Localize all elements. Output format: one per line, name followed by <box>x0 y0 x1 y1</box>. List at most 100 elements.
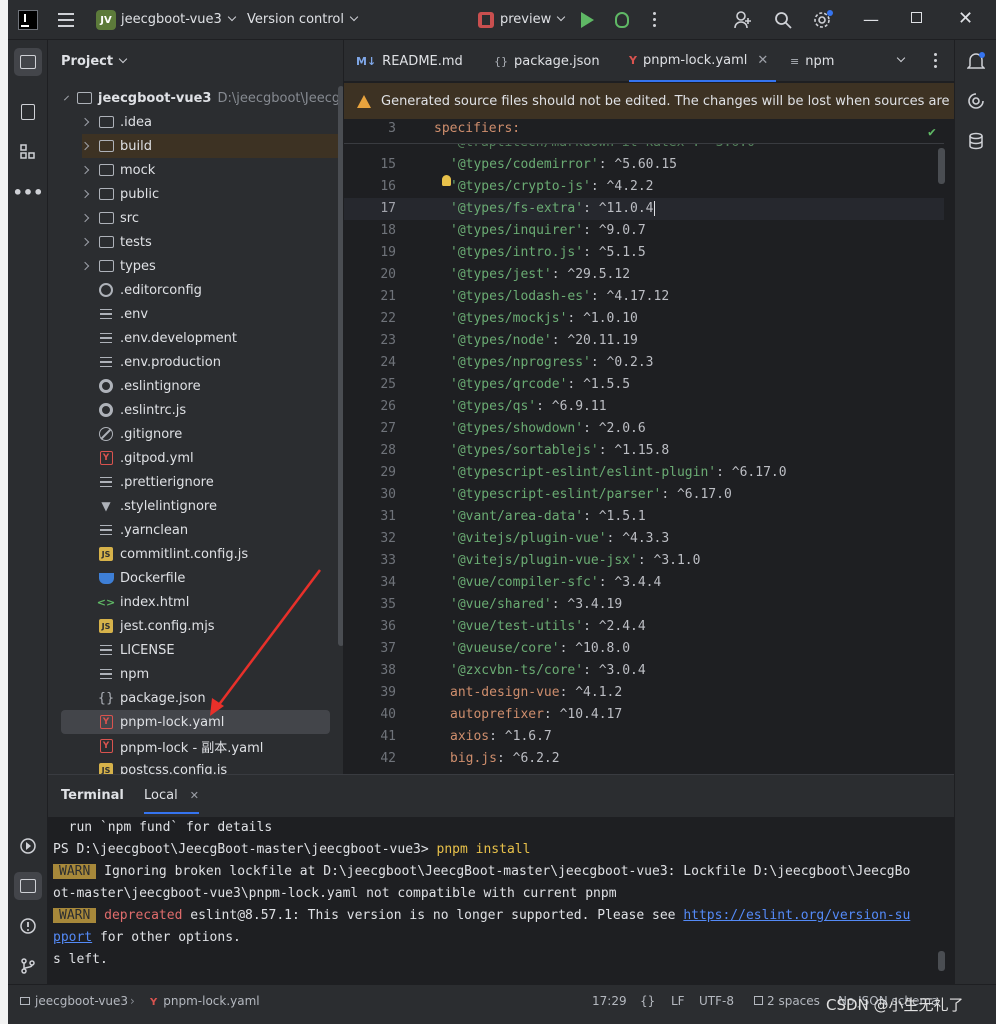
structure-tool-button[interactable] <box>14 138 42 166</box>
tree-item[interactable]: types <box>80 254 362 278</box>
tree-item[interactable]: .yarnclean <box>82 518 362 542</box>
yaml-icon: Y <box>98 714 114 730</box>
breadcrumb-chevron-icon: › <box>130 994 135 1008</box>
tab-pnpm-lock[interactable]: Ypnpm-lock.yaml ✕ <box>629 40 777 82</box>
notifications-icon[interactable] <box>967 52 985 72</box>
tabs-dropdown[interactable] <box>896 40 906 82</box>
tree-item[interactable]: mock <box>80 158 362 182</box>
tree-item[interactable]: {} package.json <box>82 686 362 710</box>
close-terminal-tab-icon[interactable]: ✕ <box>190 789 199 802</box>
tree-item[interactable]: .eslintrc.js <box>82 398 362 422</box>
project-switcher[interactable]: jeecgboot-vue3 <box>121 12 237 27</box>
folder-icon <box>98 210 114 226</box>
tree-item[interactable]: .env.development <box>82 326 362 350</box>
commit-tool-button[interactable] <box>14 98 42 126</box>
editor-scrollbar[interactable] <box>938 148 945 184</box>
file-type-icon[interactable]: {} <box>640 994 655 1008</box>
run-config-selector[interactable]: preview <box>500 12 566 27</box>
tree-item[interactable]: Ypnpm-lock - 副本.yaml <box>82 734 362 758</box>
collapse-arrow-icon <box>80 189 90 199</box>
database-icon[interactable] <box>967 132 985 150</box>
more-actions-icon[interactable] <box>653 12 657 28</box>
tree-item[interactable]: JS commitlint.config.js <box>82 542 362 566</box>
tree-item[interactable]: public <box>80 182 362 206</box>
settings-gear-icon[interactable] <box>813 10 833 30</box>
project-panel-title[interactable]: Project <box>61 54 128 69</box>
yaml-icon: Y <box>98 450 114 466</box>
code-line: 18 '@types/inquirer': ^9.0.7 <box>380 223 646 238</box>
module-folder-icon <box>77 92 92 104</box>
tree-item[interactable]: <> index.html <box>82 590 362 614</box>
text-file-icon: ≡ <box>790 54 800 68</box>
stylelint-icon: ▼ <box>101 499 111 513</box>
tree-item[interactable]: build <box>80 134 344 158</box>
html-file-icon: <> <box>96 595 116 609</box>
line-separator[interactable]: LF <box>671 994 685 1008</box>
add-user-icon[interactable] <box>734 11 752 29</box>
text-file-icon <box>98 642 114 658</box>
tab-readme[interactable]: M↓ README.md <box>356 40 463 82</box>
status-breadcrumb-project[interactable]: jeecgboot-vue3 <box>20 994 128 1008</box>
tree-item[interactable]: Ypnpm-lock.yaml <box>61 710 330 734</box>
yaml-icon: Y <box>150 997 158 1008</box>
tree-root[interactable]: jeecgboot-vue3 D:\jeecgboot\JeecgBoo <box>64 86 365 110</box>
run-icon[interactable] <box>581 12 594 28</box>
tree-item[interactable]: tests <box>80 230 362 254</box>
terminal-output[interactable]: run `npm fund` for details PS D:\jeecgbo… <box>48 817 954 985</box>
version-control-menu[interactable]: Version control <box>247 12 359 27</box>
tree-item[interactable]: ▼ .stylelintignore <box>82 494 362 518</box>
more-tools-button[interactable]: ••• <box>13 178 44 206</box>
terminal-tool-button[interactable] <box>14 872 42 900</box>
eslint-version-link-cont[interactable]: pport <box>53 930 92 945</box>
tree-item[interactable]: Dockerfile <box>82 566 362 590</box>
main-menu-icon[interactable] <box>58 13 74 27</box>
git-tool-button[interactable] <box>14 952 42 980</box>
tree-item[interactable]: .env <box>82 302 362 326</box>
minimize-icon[interactable]: — <box>863 10 879 29</box>
status-breadcrumb-file[interactable]: Ypnpm-lock.yaml <box>150 994 260 1008</box>
caret-position[interactable]: 17:29 <box>592 994 627 1008</box>
tree-item[interactable]: Y .gitpod.yml <box>82 446 362 470</box>
services-tool-button[interactable] <box>14 832 42 860</box>
project-tool-button[interactable] <box>14 48 42 76</box>
tree-item[interactable]: .prettierignore <box>82 470 362 494</box>
editor-more-icon[interactable] <box>934 53 938 69</box>
tree-item[interactable]: .eslintignore <box>82 374 362 398</box>
ai-assistant-icon[interactable] <box>967 92 985 110</box>
prettier-icon <box>98 474 114 490</box>
code-editor[interactable]: 3specifiers: ✔ '@traptitech/markdown-it-… <box>344 120 955 774</box>
problems-tool-button[interactable] <box>14 912 42 940</box>
code-line: 19 '@types/intro.js': ^5.1.5 <box>380 245 646 260</box>
debug-icon[interactable] <box>615 12 629 28</box>
code-line: 30 '@typescript-eslint/parser': ^6.17.0 <box>380 487 732 502</box>
indent-setting[interactable]: 2 spaces <box>754 994 820 1008</box>
tree-item[interactable]: .env.production <box>82 350 362 374</box>
tab-package-json[interactable]: {} package.json <box>494 40 600 82</box>
tree-item[interactable]: LICENSE <box>82 638 362 662</box>
search-icon[interactable] <box>774 11 792 29</box>
warning-icon <box>357 94 371 108</box>
intention-bulb-icon[interactable] <box>442 175 451 186</box>
maximize-icon[interactable] <box>911 12 922 23</box>
file-encoding[interactable]: UTF-8 <box>699 994 734 1008</box>
tree-item[interactable]: npm <box>82 662 362 686</box>
text-file-icon <box>98 354 114 370</box>
tree-item[interactable]: .gitignore <box>82 422 362 446</box>
tree-item[interactable]: JS jest.config.mjs <box>82 614 362 638</box>
terminal-scrollbar[interactable] <box>938 951 945 971</box>
close-window-icon[interactable]: ✕ <box>958 8 973 29</box>
js-file-icon: JS <box>98 618 114 634</box>
tree-item[interactable]: .editorconfig <box>82 278 362 302</box>
close-tab-icon[interactable]: ✕ <box>757 53 768 68</box>
indent-icon <box>754 996 763 1005</box>
no-problems-check-icon[interactable]: ✔ <box>928 125 936 140</box>
services-icon <box>20 838 36 854</box>
project-badge[interactable]: JV <box>96 10 116 30</box>
eslint-version-link[interactable]: https://eslint.org/version-su <box>683 908 910 923</box>
tree-item[interactable]: .idea <box>80 110 362 134</box>
terminal-title: Terminal <box>61 788 124 803</box>
tree-item[interactable]: src <box>80 206 362 230</box>
code-line: 23 '@types/node': ^20.11.19 <box>380 333 638 348</box>
terminal-tab-local[interactable]: Local ✕ <box>144 788 199 814</box>
tab-npm[interactable]: ≡ npm <box>790 40 834 82</box>
